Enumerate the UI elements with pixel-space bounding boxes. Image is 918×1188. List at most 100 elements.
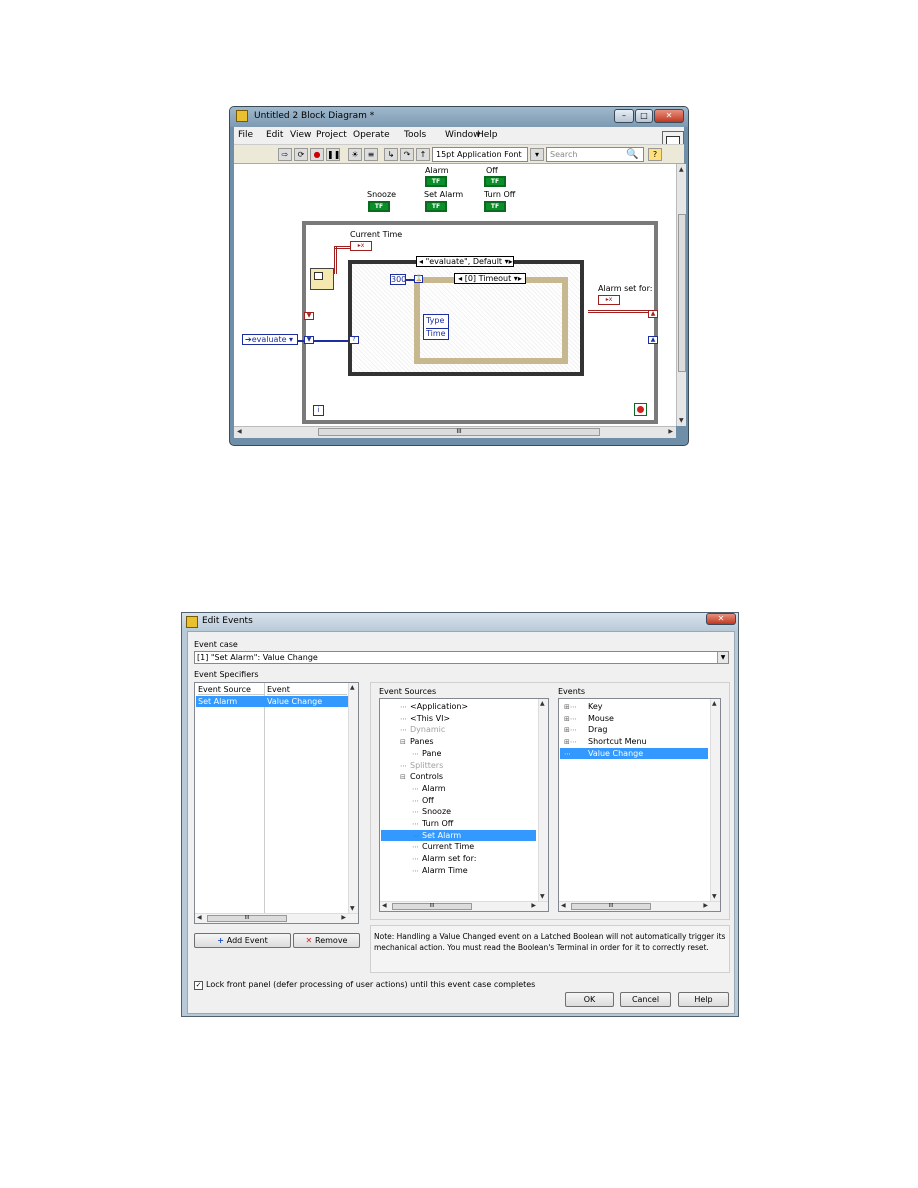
search-icon[interactable]: 🔍 (626, 149, 638, 160)
horizontal-scroll-thumb[interactable]: III (207, 915, 287, 922)
step-into-icon[interactable]: ↳ (384, 148, 398, 161)
horizontal-scrollbar[interactable]: ◀ III ▶ (380, 901, 548, 911)
tree-item[interactable]: ⊞⋯ Key (560, 701, 708, 712)
tree-item[interactable]: ⋯ Dynamic (400, 724, 445, 735)
tree-item[interactable]: ⋯ Turn Off (412, 818, 453, 829)
tree-expander-icon[interactable]: ⊞⋯ (560, 725, 588, 736)
column-header-event-source[interactable]: Event Source (198, 684, 264, 695)
menu-item-file[interactable]: File (238, 130, 253, 140)
tree-item[interactable]: ⋯ Pane (412, 748, 441, 759)
shift-register-right-top[interactable]: ▲ (648, 310, 658, 318)
column-header-event[interactable]: Event (267, 684, 347, 695)
horizontal-scroll-thumb[interactable]: III (392, 903, 472, 910)
horizontal-scroll-thumb[interactable]: III (318, 428, 600, 436)
abort-icon[interactable]: ● (310, 148, 324, 161)
tree-item[interactable]: ⊞⋯ Drag (560, 724, 708, 735)
retain-wire-values-icon[interactable]: ≡ (364, 148, 378, 161)
menu-item-window[interactable]: Window (445, 130, 481, 140)
turn-off-terminal[interactable]: TF (484, 201, 506, 212)
shift-register-left-bottom[interactable]: ▼ (304, 336, 314, 344)
vertical-scrollbar[interactable]: ▲ ▼ (348, 683, 358, 913)
lock-front-panel-checkbox[interactable]: ✓ (194, 981, 203, 990)
set-alarm-terminal[interactable]: TF (425, 201, 447, 212)
tree-item[interactable]: ⋯ <Application> (400, 701, 468, 712)
dialog-title-bar[interactable]: Edit Events ✕ (182, 613, 738, 631)
table-row[interactable]: Set Alarm Value Change (196, 696, 349, 707)
tree-expander-icon[interactable]: ⊞⋯ (560, 737, 588, 748)
tree-expander-icon[interactable]: ⊞⋯ (560, 714, 588, 725)
alarm-terminal[interactable]: TF (425, 176, 447, 187)
tree-item[interactable]: ⊞⋯ Mouse (560, 713, 708, 724)
align-objects-icon[interactable]: ▾ (530, 148, 544, 161)
ok-button[interactable]: OK (565, 992, 614, 1007)
tree-item[interactable]: ⋯ Splitters (400, 760, 443, 771)
tree-item[interactable]: ⋯ Alarm set for: (412, 853, 476, 864)
case-selector-label[interactable]: ◂ "evaluate", Default ▾▸ (416, 256, 514, 267)
run-continuously-icon[interactable]: ⟳ (294, 148, 308, 161)
shift-register-left-top[interactable]: ▼ (304, 312, 314, 320)
tree-item[interactable]: ⋯ Current Time (412, 841, 474, 852)
snooze-terminal[interactable]: TF (368, 201, 390, 212)
timeout-terminal[interactable]: ⌛ (414, 275, 423, 283)
event-sources-tree[interactable]: ▲ ▼ ◀ III ▶ ⋯ <Application> ⋯ <This VI> ⋯ Dyn… (379, 698, 549, 912)
event-data-node[interactable]: Type Time (423, 314, 449, 340)
step-out-icon[interactable]: ↑ (416, 148, 430, 161)
highlight-execution-icon[interactable]: ☀ (348, 148, 362, 161)
menu-item-help[interactable]: Help (477, 130, 498, 140)
vertical-scrollbar[interactable]: ▲ ▼ (538, 699, 548, 901)
tree-expander-icon[interactable]: ⊞⋯ (560, 702, 588, 713)
maximize-button[interactable]: □ (635, 109, 653, 123)
iteration-terminal[interactable]: i (313, 405, 324, 416)
close-button[interactable]: ✕ (654, 109, 684, 123)
minimize-button[interactable]: – (614, 109, 634, 123)
tree-expander-icon[interactable]: ⊟ (400, 772, 410, 783)
run-arrow-icon[interactable]: ⇨ (278, 148, 292, 161)
horizontal-scrollbar[interactable]: ◀ III ▶ (234, 426, 676, 438)
alarm-set-for-indicator[interactable]: ▸x (598, 295, 620, 305)
help-button[interactable]: Help (678, 992, 729, 1007)
horizontal-scroll-thumb[interactable]: III (571, 903, 651, 910)
tree-item[interactable]: ⋯ Snooze (412, 806, 451, 817)
menu-item-edit[interactable]: Edit (266, 130, 283, 140)
current-time-indicator[interactable]: ▸x (350, 241, 372, 251)
tree-item[interactable]: ⋯ Alarm (412, 783, 446, 794)
case-selector-terminal[interactable]: ? (349, 336, 359, 344)
events-tree[interactable]: ▲ ▼ ◀ III ▶ ⊞⋯ Key ⊞⋯ Mouse ⊞⋯ Drag ⊞⋯ Shortcut… (558, 698, 721, 912)
tree-item[interactable]: ⊟ Controls (400, 771, 443, 782)
dialog-close-button[interactable]: ✕ (706, 613, 736, 625)
event-case-dropdown[interactable]: [1] "Set Alarm": Value Change ▼ (194, 651, 729, 664)
horizontal-scrollbar[interactable]: ◀ III ▶ (559, 901, 720, 911)
event-selector-label[interactable]: ◂ [0] Timeout ▾▸ (454, 273, 526, 284)
pause-icon[interactable]: ❚❚ (326, 148, 340, 161)
tree-item[interactable]: ⋯ Set Alarm (381, 829, 536, 841)
tree-item[interactable]: ⊟ Panes (400, 736, 434, 747)
font-selector[interactable]: 15pt Application Font (432, 147, 528, 162)
chevron-down-icon[interactable]: ▼ (717, 652, 728, 663)
horizontal-scrollbar[interactable]: ◀ III ▶ (195, 913, 358, 923)
title-bar[interactable]: Untitled 2 Block Diagram * – □ ✕ (230, 107, 688, 127)
step-over-icon[interactable]: ↷ (400, 148, 414, 161)
menu-item-operate[interactable]: Operate (353, 130, 390, 140)
get-date-time-function-icon[interactable] (310, 268, 334, 290)
tree-item[interactable]: ⊞⋯ Shortcut Menu (560, 736, 708, 747)
menu-item-tools[interactable]: Tools (404, 130, 426, 140)
timeout-constant[interactable]: 300 (390, 274, 406, 285)
tree-expander-icon[interactable]: ⊟ (400, 737, 410, 748)
cancel-button[interactable]: Cancel (620, 992, 671, 1007)
menu-item-project[interactable]: Project (316, 130, 347, 140)
tree-item[interactable]: ⋯ Value Change (560, 747, 708, 759)
event-specifiers-list[interactable]: Event Source Event Set Alarm Value Chang… (194, 682, 359, 924)
tree-item[interactable]: ⋯ Alarm Time (412, 865, 468, 876)
tree-item[interactable]: ⋯ Off (412, 795, 434, 806)
remove-button[interactable]: ✕ Remove (293, 933, 360, 948)
vertical-scrollbar[interactable]: ▲ ▼ (676, 164, 686, 426)
shift-register-right-bottom[interactable]: ▲ (648, 336, 658, 344)
off-terminal[interactable]: TF (484, 176, 506, 187)
evaluate-enum-constant[interactable]: ➔evaluate ▾ (242, 334, 298, 345)
diagram-canvas[interactable]: Alarm TF Off TF Snooze TF Set Alarm TF T… (234, 164, 676, 426)
vertical-scrollbar[interactable]: ▲ ▼ (710, 699, 720, 901)
stop-condition-terminal[interactable] (634, 403, 647, 416)
menu-item-view[interactable]: View (290, 130, 311, 140)
context-help-icon[interactable]: ? (648, 148, 662, 161)
add-event-button[interactable]: + Add Event (194, 933, 291, 948)
